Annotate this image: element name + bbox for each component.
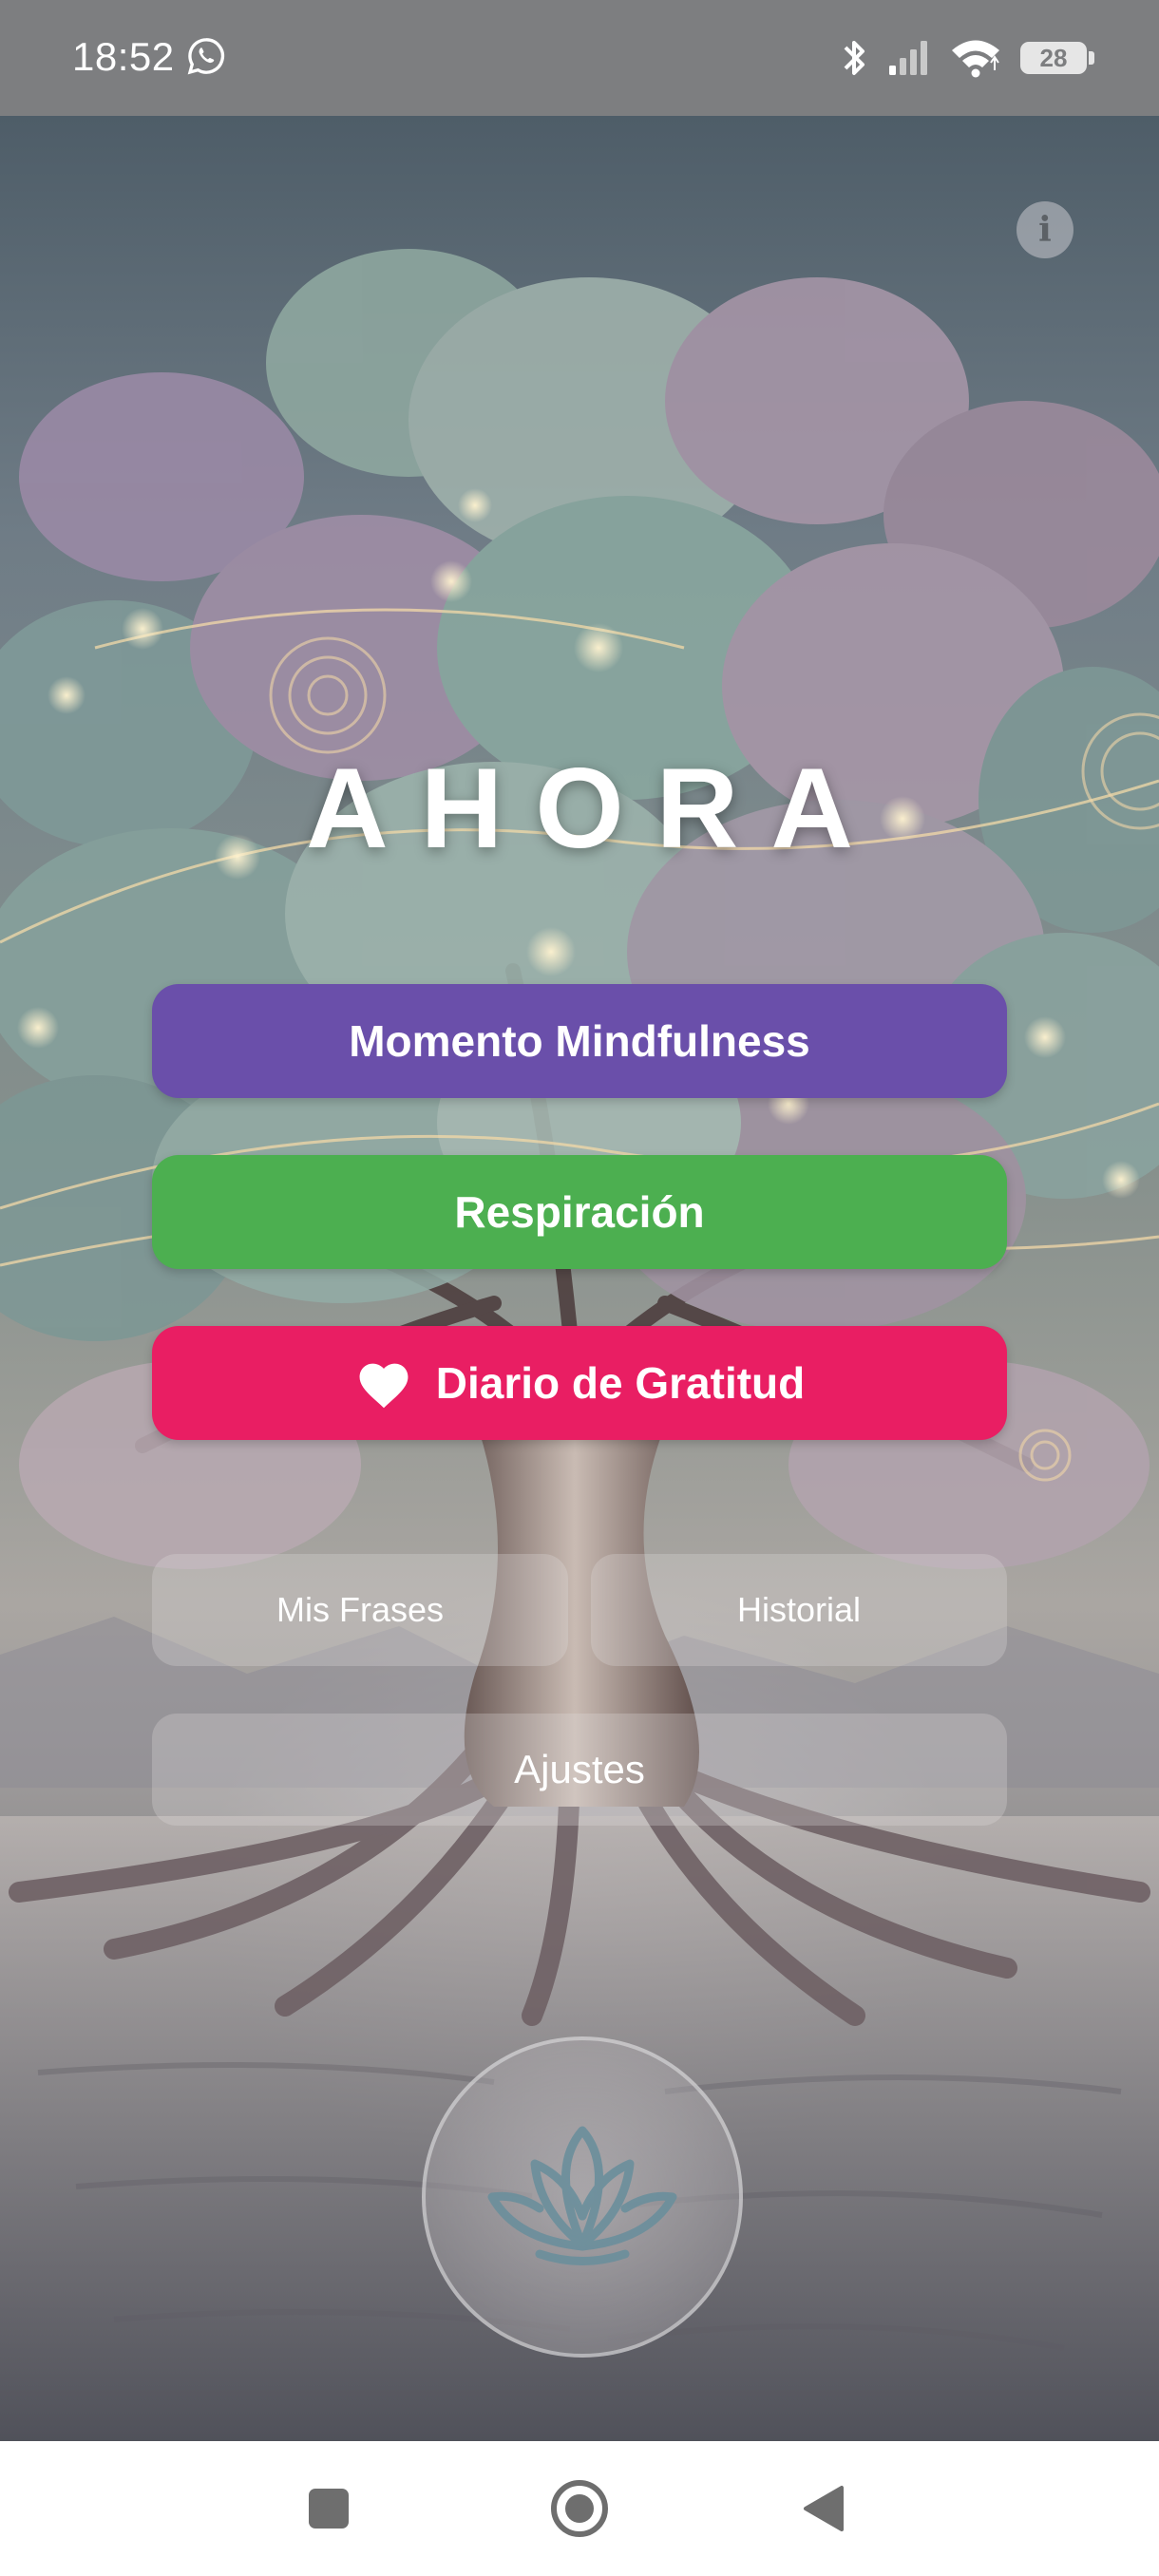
wifi-icon: [952, 40, 999, 78]
info-button[interactable]: i: [1016, 201, 1074, 258]
status-bar: 18:52 28: [0, 0, 1159, 116]
lotus-button[interactable]: [422, 2036, 743, 2358]
settings-label: Ajustes: [514, 1747, 645, 1791]
my-phrases-button[interactable]: Mis Frases: [152, 1554, 568, 1666]
recents-button[interactable]: [281, 2441, 376, 2576]
signal-icon: [889, 41, 927, 75]
gratitude-journal-button[interactable]: Diario de Gratitud: [152, 1326, 1007, 1440]
lotus-icon: [487, 2126, 677, 2265]
mindfulness-button[interactable]: Momento Mindfulness: [152, 984, 1007, 1098]
home-circle-icon: [551, 2480, 608, 2537]
status-icons: 28: [840, 34, 1094, 82]
status-time: 18:52: [72, 34, 175, 79]
respiracion-button[interactable]: Respiración: [152, 1155, 1007, 1269]
back-triangle-icon: [804, 2486, 844, 2531]
heart-icon: [359, 1363, 408, 1409]
back-button[interactable]: [775, 2441, 870, 2576]
battery-level: 28: [1039, 43, 1068, 72]
home-button[interactable]: [532, 2441, 627, 2576]
settings-button[interactable]: Ajustes: [152, 1714, 1007, 1826]
system-nav-bar: [0, 2441, 1159, 2576]
battery-icon: 28: [1020, 42, 1094, 74]
bluetooth-icon: [844, 41, 864, 75]
history-button[interactable]: Historial: [591, 1554, 1007, 1666]
respiracion-label: Respiración: [454, 1187, 705, 1237]
mindfulness-label: Momento Mindfulness: [349, 1016, 810, 1066]
gratitude-label: Diario de Gratitud: [435, 1358, 806, 1408]
whatsapp-icon: [187, 38, 225, 75]
history-label: Historial: [736, 1590, 862, 1629]
app-title: AHORA: [306, 745, 885, 872]
square-icon: [309, 2489, 349, 2529]
my-phrases-label: Mis Frases: [276, 1590, 444, 1629]
info-icon: i: [1038, 210, 1052, 250]
